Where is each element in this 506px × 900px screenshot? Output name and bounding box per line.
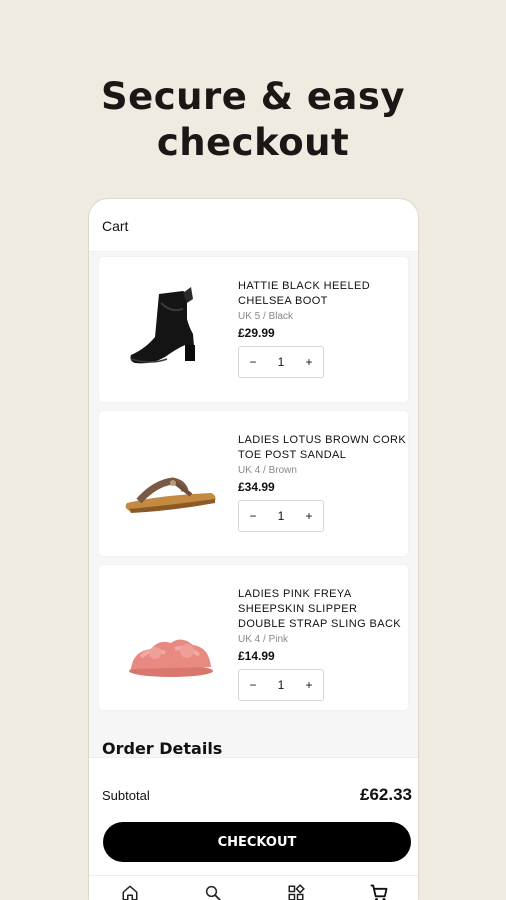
order-details-heading: Order Details [102, 739, 223, 758]
quantity-stepper: − 1 + [238, 669, 324, 701]
home-icon[interactable] [120, 883, 140, 900]
search-icon[interactable] [203, 883, 223, 900]
quantity-value: 1 [277, 678, 285, 692]
pink-slipper-image [121, 587, 221, 687]
cart-list: HATTIE BLACK HEELED CHELSEA BOOT UK 5 / … [89, 252, 418, 762]
headline-line-1: Secure & easy [100, 75, 406, 118]
item-name[interactable]: LADIES PINK FREYA SHEEPSKIN SLIPPER DOUB… [238, 587, 408, 632]
cart-item[interactable]: HATTIE BLACK HEELED CHELSEA BOOT UK 5 / … [99, 257, 408, 402]
item-price: £14.99 [238, 649, 275, 663]
item-variant: UK 4 / Brown [238, 465, 297, 476]
item-variant: UK 4 / Pink [238, 634, 289, 645]
item-price: £29.99 [238, 326, 275, 340]
decrease-quantity-button[interactable]: − [239, 678, 267, 692]
cart-item[interactable]: LADIES PINK FREYA SHEEPSKIN SLIPPER DOUB… [99, 565, 408, 710]
subtotal-row: Subtotal £62.33 [102, 785, 412, 805]
increase-quantity-button[interactable]: + [295, 355, 323, 369]
increase-quantity-button[interactable]: + [295, 509, 323, 523]
phone-screen: Cart HATTIE BLACK HEELED CHELSEA BOOT UK… [88, 198, 419, 900]
bottom-nav [89, 875, 418, 900]
cart-title: Cart [89, 199, 418, 252]
cork-sandal-image [121, 433, 221, 533]
checkout-button[interactable]: CHECKOUT [103, 822, 411, 862]
decrease-quantity-button[interactable]: − [239, 509, 267, 523]
categories-icon[interactable] [286, 883, 306, 900]
subtotal-label: Subtotal [102, 787, 150, 803]
item-price: £34.99 [238, 480, 275, 494]
item-name[interactable]: HATTIE BLACK HEELED CHELSEA BOOT [238, 279, 408, 309]
cart-item[interactable]: LADIES LOTUS BROWN CORK TOE POST SANDAL … [99, 411, 408, 556]
increase-quantity-button[interactable]: + [295, 678, 323, 692]
black-boot-image [121, 279, 221, 379]
decrease-quantity-button[interactable]: − [239, 355, 267, 369]
item-variant: UK 5 / Black [238, 311, 294, 322]
page-headline: Secure & easy checkout [0, 74, 506, 166]
cart-icon[interactable] [369, 883, 389, 900]
quantity-value: 1 [277, 509, 285, 523]
quantity-stepper: − 1 + [238, 346, 324, 378]
item-name[interactable]: LADIES LOTUS BROWN CORK TOE POST SANDAL [238, 433, 408, 463]
quantity-stepper: − 1 + [238, 500, 324, 532]
headline-line-2: checkout [156, 121, 350, 164]
quantity-value: 1 [277, 355, 285, 369]
subtotal-value: £62.33 [360, 785, 412, 804]
